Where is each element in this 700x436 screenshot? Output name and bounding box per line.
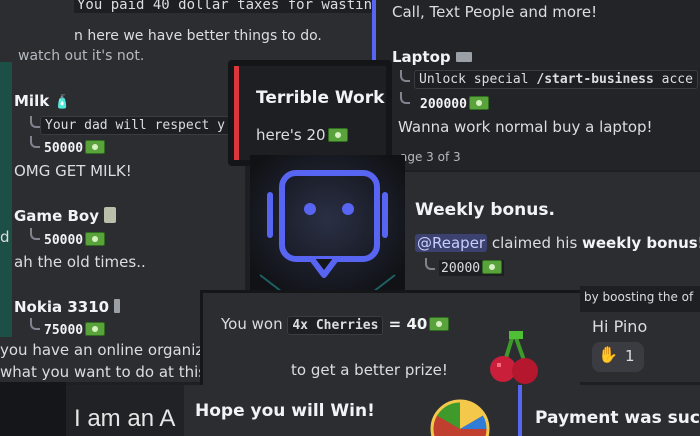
- terrible-work-card: Terrible Work here's 20: [228, 60, 392, 166]
- gameboy-note: ah the old times..: [14, 253, 146, 271]
- gameboy-title: Game Boy: [14, 207, 117, 225]
- boost-text: by boosting the of: [584, 290, 694, 304]
- cash-icon: [85, 232, 106, 246]
- reply-elbow: [400, 92, 410, 104]
- milk-price: 50000: [44, 140, 106, 156]
- organization-message: you have an online organization. what yo…: [0, 337, 200, 382]
- iam-text: I am an A: [74, 405, 176, 432]
- payment-text: Payment was succe: [535, 408, 700, 428]
- cash-icon: [482, 260, 503, 274]
- cash-icon: [85, 140, 106, 154]
- payment-card: Payment was succe: [518, 385, 700, 436]
- bottom-left-panel: [0, 382, 66, 436]
- laptop-price: 200000: [420, 96, 489, 112]
- prize-wheel-icon: [430, 399, 490, 436]
- user-mention[interactable]: @Reaper: [415, 234, 488, 252]
- hi-pino-text: Hi Pino: [592, 317, 648, 336]
- wheel-card: [410, 385, 518, 436]
- iam-card: I am an A: [66, 385, 184, 436]
- cash-icon: [85, 322, 106, 336]
- taxes-message: You paid 40 dollar taxes for wasting n h…: [0, 0, 372, 62]
- gameboy-price: 50000: [44, 232, 106, 248]
- gameboy-icon: [104, 207, 117, 223]
- robot-icon: [250, 155, 405, 298]
- org-line2: what you want to do at this moment,: [0, 363, 200, 381]
- laptop-note: Wanna work normal buy a laptop!: [398, 118, 653, 136]
- reply-elbow: [30, 136, 40, 148]
- page-indicator: age 3 of 3: [400, 150, 461, 164]
- cherries-card: You won 4x Cherries = 40 to get a better…: [200, 290, 580, 390]
- reply-elbow: [425, 258, 435, 270]
- red-accent: [234, 66, 239, 160]
- laptop-desc: Unlock special /start-business acce: [414, 70, 698, 89]
- hope-text: Hope you will Win!: [195, 401, 375, 421]
- wave-icon: ✋: [598, 345, 618, 364]
- terrible-work-title: Terrible Work: [256, 88, 385, 108]
- terrible-work-desc: here's 20: [256, 126, 348, 144]
- watch-out-line: watch out it's not.: [18, 48, 145, 62]
- call-text-line: Call, Text People and more!: [392, 3, 598, 21]
- wave-reaction[interactable]: ✋ 1: [592, 342, 644, 372]
- milk-icon: 🧴: [54, 95, 71, 110]
- org-line1: you have an online organization.: [0, 341, 200, 359]
- cherries-text: You won 4x Cherries = 40: [221, 315, 450, 335]
- cash-icon: [468, 96, 489, 110]
- cash-icon: [327, 128, 348, 142]
- milk-note: OMG GET MILK!: [14, 162, 132, 180]
- laptop-title: Laptop: [392, 48, 472, 66]
- better-prize-text: to get a better prize!: [291, 361, 448, 379]
- boost-strip: by boosting the of: [580, 286, 700, 312]
- weekly-title: Weekly bonus.: [415, 200, 555, 220]
- reply-elbow: [30, 228, 40, 240]
- payment-accent: [518, 385, 522, 436]
- shop-accent: [0, 62, 12, 337]
- weekly-bonus-card: Weekly bonus. @Reaper claimed his weekly…: [405, 172, 700, 292]
- nokia-price: 75000: [44, 322, 106, 337]
- weekly-amount: 20000: [439, 260, 505, 276]
- weekly-text: @Reaper claimed his weekly bonus!: [415, 234, 700, 252]
- better-things-line: n here we have better things to do.: [74, 28, 322, 44]
- laptop-icon: [455, 52, 472, 62]
- reply-elbow: [30, 318, 40, 330]
- milk-title: Milk 🧴: [14, 92, 71, 110]
- reply-elbow: [30, 116, 40, 128]
- gameboy-prefix: d: [0, 228, 10, 246]
- phone-icon: [114, 299, 121, 313]
- milk-desc: Your dad will respect y: [40, 116, 231, 135]
- shop-card-right: Call, Text People and more! Laptop Unloc…: [372, 0, 700, 170]
- robot-avatar: [250, 155, 405, 298]
- nokia-title: Nokia 3310: [14, 298, 121, 316]
- reaction-count: 1: [625, 347, 635, 365]
- hi-pino-card: Hi Pino ✋ 1: [580, 312, 700, 382]
- reply-elbow: [400, 70, 410, 82]
- cash-icon: [429, 317, 450, 331]
- taxes-line: You paid 40 dollar taxes for wasting: [74, 0, 372, 13]
- hope-card: Hope you will Win!: [184, 385, 410, 436]
- cherries-icon: [490, 331, 538, 384]
